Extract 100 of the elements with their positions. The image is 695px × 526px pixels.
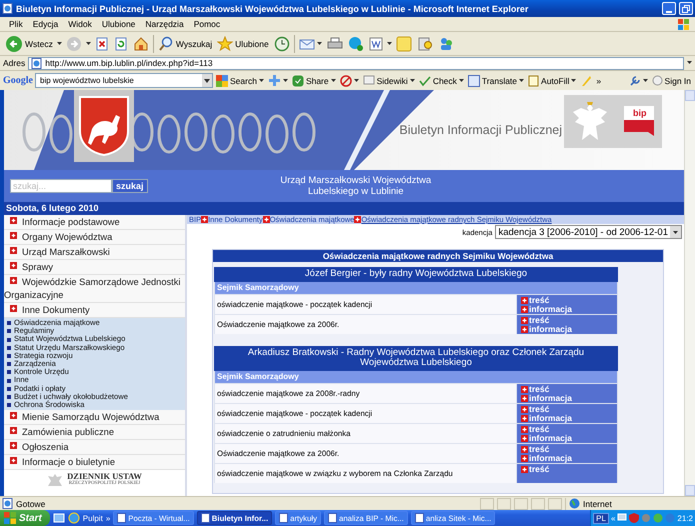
google-search-field[interactable]: bip województwo lubelskie bbox=[35, 73, 213, 88]
plus-icon bbox=[521, 434, 528, 442]
menu-item[interactable]: Plik bbox=[4, 19, 28, 29]
plus-icon bbox=[521, 414, 528, 422]
language-indicator[interactable]: PL bbox=[593, 512, 609, 524]
page-icon bbox=[2, 498, 13, 509]
plus-icon bbox=[521, 446, 528, 452]
section-heading: Sejmik Samorządowy bbox=[215, 282, 617, 294]
nav-link[interactable]: Organy Województwa bbox=[4, 230, 185, 245]
logo-title: DZIENNIK USTAW bbox=[67, 472, 142, 482]
plus-icon bbox=[521, 296, 528, 304]
plus-icon bbox=[10, 305, 17, 312]
document-link[interactable]: informacja bbox=[521, 414, 617, 422]
term-dropdown[interactable]: kadencja 3 [2006-2010] - od 2006-12-01 bbox=[495, 225, 682, 239]
plus-icon bbox=[10, 427, 17, 434]
minimize-button[interactable] bbox=[662, 2, 676, 15]
coat-of-arms-icon bbox=[74, 90, 134, 162]
bullet-icon bbox=[7, 354, 11, 358]
caret-icon bbox=[687, 61, 692, 65]
bullet-icon bbox=[7, 386, 11, 391]
caret-icon bbox=[386, 42, 392, 46]
document-icon bbox=[279, 513, 288, 523]
document-link[interactable]: treść bbox=[521, 424, 617, 434]
document-link[interactable]: treść bbox=[521, 464, 617, 474]
address-label: Adres bbox=[3, 58, 26, 68]
printer-icon bbox=[326, 36, 343, 50]
word-document-icon bbox=[368, 36, 383, 50]
site-search-field[interactable]: szukaj... bbox=[10, 179, 112, 193]
plus-icon bbox=[10, 232, 17, 239]
sidewiki-button[interactable]: Sidewiki bbox=[362, 70, 416, 90]
caret-icon bbox=[571, 78, 576, 82]
spellcheck-button[interactable]: Check bbox=[418, 70, 465, 90]
menu-item[interactable]: Widok bbox=[63, 19, 97, 29]
star-icon bbox=[217, 36, 234, 52]
office-name: Urząd Marszałkowski Województwa Lubelskiego w Lublinie bbox=[279, 175, 432, 197]
site-search-button[interactable]: szukaj bbox=[112, 179, 148, 193]
nav-link[interactable]: Informacje o biuletynie bbox=[4, 455, 185, 470]
refresh-icon bbox=[114, 36, 128, 50]
menu-item[interactable]: Pomoc bbox=[188, 19, 226, 29]
nav-link[interactable]: Ogłoszenia bbox=[4, 440, 185, 456]
autofill-button[interactable]: AutoFill bbox=[527, 70, 578, 90]
nav-link[interactable]: Wojewódzkie Samorządowe Jednostki Organizacyjne bbox=[4, 275, 185, 303]
plus-icon bbox=[521, 306, 528, 312]
document-link[interactable]: treść bbox=[521, 296, 617, 304]
document-link[interactable]: informacja bbox=[521, 324, 617, 334]
caret-icon bbox=[282, 78, 288, 82]
bullet-icon bbox=[7, 321, 11, 326]
document-link[interactable]: treść bbox=[521, 444, 617, 454]
banner-title: Biuletyn Informacji Publicznej bbox=[399, 123, 562, 137]
plus-icon bbox=[354, 216, 362, 223]
nav-link[interactable]: Zamówienia publiczne bbox=[4, 425, 185, 440]
plus-icon bbox=[521, 394, 528, 402]
translate-button[interactable]: Translate bbox=[466, 70, 526, 90]
nav-link[interactable]: Inne Dokumenty bbox=[4, 303, 185, 318]
nav-link[interactable]: Mienie Samorządu Województwa bbox=[4, 410, 185, 426]
document-link[interactable]: informacja bbox=[521, 434, 617, 442]
document-link[interactable]: treść bbox=[521, 316, 617, 324]
menu-item[interactable]: Ulubione bbox=[96, 19, 140, 29]
browser-search-button[interactable]: Wyszukaj bbox=[156, 34, 214, 54]
expand-button[interactable]: » bbox=[106, 514, 110, 522]
show-hidden-button[interactable]: « bbox=[610, 514, 616, 522]
sign-in-button[interactable]: Sign In bbox=[650, 70, 692, 90]
more-button[interactable]: » bbox=[595, 70, 602, 90]
person-heading: Józef Bergier - były radny Województwa Lubelskiego bbox=[214, 267, 618, 282]
back-button[interactable]: Wstecz bbox=[4, 34, 54, 54]
caret-icon bbox=[316, 42, 322, 46]
nav-link[interactable]: Informacje podstawowe bbox=[4, 215, 185, 230]
section-heading: Sejmik Samorządowy bbox=[215, 370, 617, 382]
desktop-icon[interactable] bbox=[52, 512, 65, 524]
document-link[interactable]: informacja bbox=[521, 394, 617, 402]
caret-icon bbox=[86, 42, 91, 46]
document-link[interactable]: treść bbox=[521, 404, 617, 414]
menu-item[interactable]: Narzędzia bbox=[140, 19, 189, 29]
check-icon bbox=[418, 74, 431, 86]
nav-link[interactable]: Urząd Marszałkowski bbox=[4, 245, 185, 260]
bullet-icon bbox=[7, 338, 11, 342]
form-icon bbox=[528, 74, 540, 86]
address-field[interactable]: http://www.um.bip.lublin.pl/index.php?id=113 bbox=[28, 56, 684, 70]
plus-icon bbox=[10, 247, 17, 254]
bullet-icon bbox=[7, 346, 11, 350]
notes-button[interactable] bbox=[394, 34, 413, 54]
nav-link[interactable]: Sprawy bbox=[4, 260, 185, 275]
menu-item[interactable]: Edycja bbox=[28, 19, 64, 29]
document-link[interactable]: informacja bbox=[521, 304, 617, 314]
caret-icon bbox=[410, 78, 415, 82]
windows-logo-icon bbox=[4, 512, 16, 524]
plus-icon bbox=[262, 216, 270, 223]
document-link[interactable]: treść bbox=[521, 384, 617, 394]
circle-icon bbox=[652, 75, 663, 86]
windows-logo-icon bbox=[677, 18, 691, 30]
google-search-button[interactable]: Search bbox=[215, 70, 265, 90]
favorites-button[interactable]: Ulubione bbox=[216, 34, 270, 54]
restore-button[interactable] bbox=[679, 2, 693, 15]
scrollbar[interactable] bbox=[684, 90, 695, 496]
stop-icon bbox=[94, 36, 109, 50]
document-link[interactable]: informacja bbox=[521, 454, 617, 462]
speech-bubble-icon bbox=[362, 74, 375, 86]
document-icon bbox=[117, 513, 126, 523]
restore-icon bbox=[682, 4, 690, 12]
plus-icon bbox=[521, 426, 528, 432]
